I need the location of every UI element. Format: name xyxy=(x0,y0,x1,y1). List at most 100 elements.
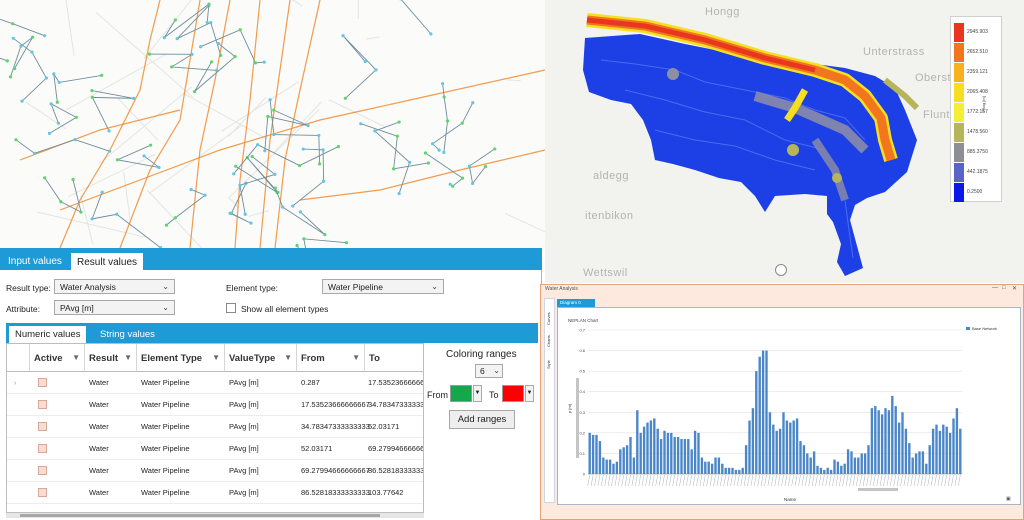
pipe-node[interactable] xyxy=(266,114,270,119)
pipe-node[interactable] xyxy=(233,55,237,59)
chart-bar[interactable] xyxy=(608,459,612,474)
chart-bar[interactable] xyxy=(629,436,632,474)
pipe-node[interactable] xyxy=(253,61,257,65)
chart-bar[interactable] xyxy=(911,457,914,474)
pipe-node[interactable] xyxy=(306,124,310,128)
pipe-node[interactable] xyxy=(192,89,197,94)
ranges-count-select[interactable]: 6 ⌄ xyxy=(475,364,503,378)
pipe-node[interactable] xyxy=(59,200,63,204)
from-color-dropdown[interactable]: ▼ xyxy=(473,385,482,402)
pipe-node[interactable] xyxy=(74,115,78,119)
pipe-node[interactable] xyxy=(73,138,77,142)
distribution-pipe[interactable] xyxy=(176,5,222,56)
pipe-node[interactable] xyxy=(318,162,322,166)
pipe-node[interactable] xyxy=(295,243,299,248)
pipe-node[interactable] xyxy=(57,80,61,85)
to-color-swatch[interactable] xyxy=(502,385,524,402)
pipe-node[interactable] xyxy=(55,100,59,104)
chart-bar[interactable] xyxy=(727,467,731,474)
pipe-node[interactable] xyxy=(43,176,47,180)
pipe-node[interactable] xyxy=(273,186,277,190)
pipe-node[interactable] xyxy=(52,72,56,76)
chart-bar[interactable] xyxy=(897,422,901,474)
distribution-pipe[interactable] xyxy=(13,37,47,102)
pipe-node[interactable] xyxy=(343,96,347,100)
chart-bar[interactable] xyxy=(693,430,697,474)
chart-bar[interactable] xyxy=(738,469,741,474)
chart-bar[interactable] xyxy=(840,465,843,474)
table-row[interactable]: Water Water Pipeline PAvg [m] 34.7834733… xyxy=(7,416,423,438)
chart-bar[interactable] xyxy=(789,422,792,474)
pipe-node[interactable] xyxy=(395,134,399,138)
distribution-pipe[interactable] xyxy=(10,36,34,77)
pipe-node[interactable] xyxy=(471,101,475,105)
tab-string-values[interactable]: String values xyxy=(94,326,161,343)
pipe-node[interactable] xyxy=(451,184,455,188)
chart-bar[interactable] xyxy=(619,449,622,474)
main-pipe[interactable] xyxy=(274,0,321,248)
distribution-pipe[interactable] xyxy=(374,121,411,194)
pipe-node[interactable] xyxy=(164,223,169,227)
chart-bar[interactable] xyxy=(755,371,758,474)
pipe-node[interactable] xyxy=(263,149,267,153)
pipe-node[interactable] xyxy=(209,60,214,64)
pipe-node[interactable] xyxy=(359,122,363,126)
table-row[interactable]: › Water Water Pipeline PAvg [m] 0.287 17… xyxy=(7,372,423,394)
chart-bar[interactable] xyxy=(615,461,619,474)
cell-to[interactable]: 69.27994666666666 xyxy=(368,444,423,453)
pipe-node[interactable] xyxy=(12,66,17,71)
chart-bar[interactable] xyxy=(880,414,884,474)
pipe-node[interactable] xyxy=(56,121,60,125)
chart-bar[interactable] xyxy=(731,467,734,474)
pipe-node[interactable] xyxy=(268,98,272,102)
chart-bar[interactable] xyxy=(680,439,683,474)
chart-bar[interactable] xyxy=(758,356,761,474)
active-checkbox[interactable] xyxy=(38,444,47,453)
cell-to[interactable]: 52.03171 xyxy=(368,422,423,431)
export-icon[interactable]: ▣ xyxy=(1006,496,1011,502)
table-row[interactable]: Water Water Pipeline PAvg [m] 69.2799466… xyxy=(7,460,423,482)
chart-bar[interactable] xyxy=(942,424,945,474)
pipe-node[interactable] xyxy=(397,191,401,196)
pipe-node[interactable] xyxy=(49,102,53,106)
chart-bar[interactable] xyxy=(891,395,894,474)
pipe-node[interactable] xyxy=(147,52,152,56)
chart-bar[interactable] xyxy=(724,467,727,474)
column-header-from[interactable]: From ▼ xyxy=(297,344,365,372)
pipe-node[interactable] xyxy=(262,60,266,64)
pipe-node[interactable] xyxy=(173,216,177,220)
distribution-pipe[interactable] xyxy=(442,83,448,153)
chart-bar[interactable] xyxy=(802,445,806,474)
chart-bar[interactable] xyxy=(714,457,717,474)
pipe-node[interactable] xyxy=(250,154,254,159)
pipe-node[interactable] xyxy=(344,241,349,245)
pipe-node[interactable] xyxy=(90,89,94,93)
chart-bar[interactable] xyxy=(653,418,656,474)
close-icon[interactable]: ✕ xyxy=(1012,285,1017,292)
active-checkbox[interactable] xyxy=(38,378,47,387)
chart-bar[interactable] xyxy=(690,449,693,474)
pipe-node[interactable] xyxy=(157,165,161,170)
pipe-node[interactable] xyxy=(281,205,285,209)
chart-bar[interactable] xyxy=(782,412,785,474)
distribution-pipe[interactable] xyxy=(44,177,82,213)
chart-bar[interactable] xyxy=(683,439,687,474)
distribution-pipe[interactable] xyxy=(425,152,464,187)
pipe-node[interactable] xyxy=(363,59,367,64)
distribution-pipe[interactable] xyxy=(166,189,206,226)
chart-bar[interactable] xyxy=(734,469,738,474)
pipe-node[interactable] xyxy=(445,119,450,123)
cell-from[interactable]: 86.52818333333333 xyxy=(301,488,370,497)
chart-bar[interactable] xyxy=(795,418,799,474)
pipe-node[interactable] xyxy=(5,59,9,63)
pipe-node[interactable] xyxy=(190,52,194,56)
pipe-node[interactable] xyxy=(429,32,433,36)
pipe-node[interactable] xyxy=(115,212,119,216)
distribution-pipe[interactable] xyxy=(15,139,110,154)
pipe-node[interactable] xyxy=(323,233,327,237)
chart-bar[interactable] xyxy=(663,430,666,474)
chart-bar[interactable] xyxy=(908,443,911,474)
pipe-node[interactable] xyxy=(460,176,465,180)
table-row[interactable]: Water Water Pipeline PAvg [m] 52.03171 6… xyxy=(7,438,423,460)
pipe-node[interactable] xyxy=(408,160,412,164)
